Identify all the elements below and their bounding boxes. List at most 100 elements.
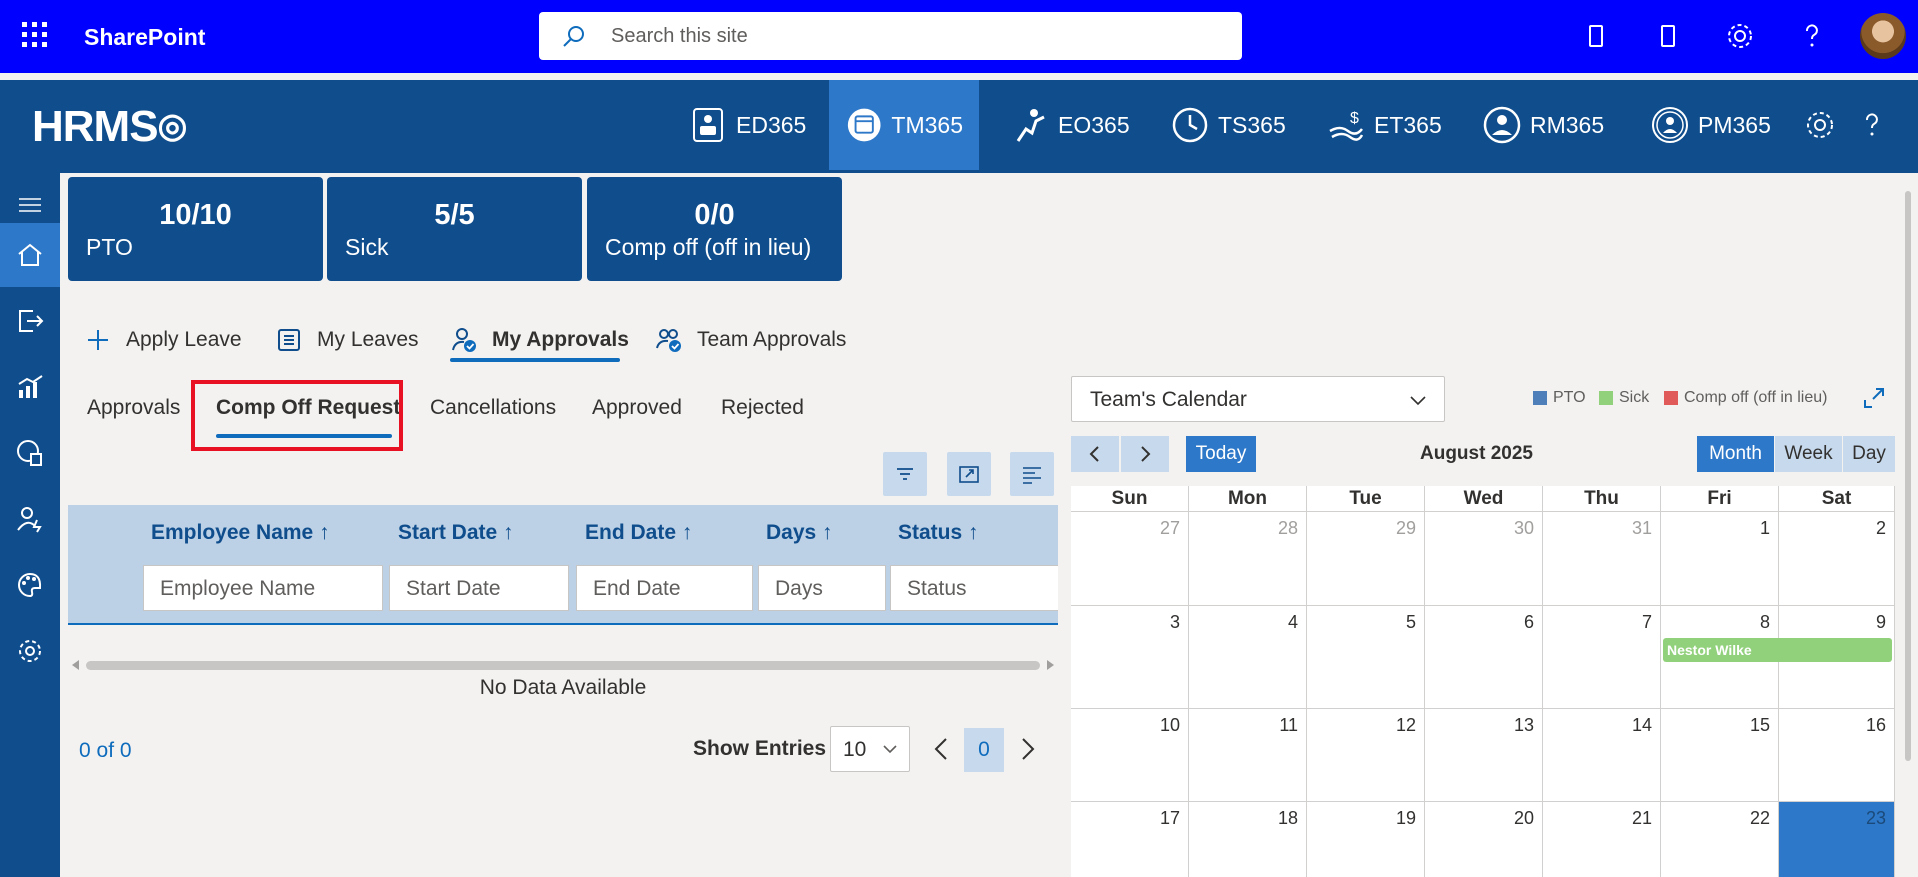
nav-ts365[interactable]: TS365 [1170,80,1286,170]
hrms-settings-icon[interactable] [1803,108,1837,142]
tab-apply-leave[interactable]: Apply Leave [84,318,242,362]
calendar-month-label: August 2025 [1420,443,1533,464]
calendar-day[interactable]: 7 [1543,606,1661,709]
next-page-icon[interactable] [1015,735,1039,763]
view-week-button[interactable]: Week [1775,436,1842,472]
subtab-cancellations[interactable]: Cancellations [430,396,556,420]
calendar-event[interactable]: Nestor Wilke [1663,638,1892,662]
calendar-day[interactable]: 16 [1779,709,1895,802]
calendar-day[interactable]: 19 [1307,802,1425,877]
calendar-day[interactable]: 30 [1425,512,1543,606]
scrollbar-thumb[interactable] [1905,191,1911,761]
filter-start-date[interactable]: Start Date [389,565,569,611]
tab-my-leaves[interactable]: My Leaves [275,318,419,362]
column-header-days[interactable]: Days ↑ [766,521,833,545]
column-header-status[interactable]: Status ↑ [898,521,979,545]
calendar-day[interactable]: 5 [1307,606,1425,709]
grid-horizontal-scrollbar[interactable] [72,658,1054,672]
mobile-icon[interactable] [1580,20,1612,52]
filter-days[interactable]: Days [758,565,886,611]
expand-icon[interactable] [1862,386,1886,410]
calendar-day[interactable]: 31 [1543,512,1661,606]
scrollbar-thumb[interactable] [86,661,1040,670]
calendar-today-button[interactable]: Today [1186,436,1256,472]
rail-people[interactable] [0,487,60,551]
view-day-button[interactable]: Day [1843,436,1895,472]
settings-gear-icon[interactable] [1724,20,1756,52]
view-month-button[interactable]: Month [1697,436,1774,472]
tab-label: Team Approvals [697,328,847,351]
columns-button[interactable] [1010,452,1054,496]
subtab-approvals[interactable]: Approvals [87,396,180,420]
previous-page-icon[interactable] [930,735,954,763]
calendar-day[interactable]: 13 [1425,709,1543,802]
rail-sign-out[interactable] [0,289,60,353]
gear-icon [19,640,41,662]
scroll-left-icon[interactable] [72,660,80,670]
filter-end-date[interactable]: End Date [576,565,753,611]
calendar-day[interactable]: 28 [1189,512,1307,606]
subtab-rejected[interactable]: Rejected [721,396,804,420]
calendar-day[interactable]: 6 [1425,606,1543,709]
calendar-day[interactable]: 3 [1071,606,1189,709]
calendar-day[interactable]: 1 [1661,512,1779,606]
calendar-day[interactable]: 10 [1071,709,1189,802]
hamburger-menu-button[interactable] [0,183,60,227]
hrms-help-icon[interactable] [1855,108,1889,142]
rail-settings[interactable] [0,619,60,683]
site-search-box[interactable]: Search this site [539,12,1242,60]
column-header-employee-name[interactable]: Employee Name ↑ [151,521,330,545]
legend-swatch [1664,391,1678,405]
filter-employee-name[interactable]: Employee Name [143,565,383,611]
calendar-next-button[interactable] [1121,436,1169,472]
column-header-start-date[interactable]: Start Date ↑ [398,521,514,545]
filter-button[interactable] [883,452,927,496]
tile-value: 5/5 [434,199,475,231]
calendar-day[interactable]: 18 [1189,802,1307,877]
page-size-select[interactable]: 10 [830,726,910,772]
page-size-value: 10 [843,738,867,761]
rail-policies[interactable] [0,421,60,485]
page-vertical-scrollbar[interactable] [1903,177,1913,797]
sharepoint-title[interactable]: SharePoint [84,24,205,51]
calendar-day[interactable]: 29 [1307,512,1425,606]
calendar-day[interactable]: 17 [1071,802,1189,877]
rail-home[interactable] [0,223,60,287]
calendar-day[interactable]: 21 [1543,802,1661,877]
calendar-day[interactable]: 4 [1189,606,1307,709]
scroll-right-icon[interactable] [1046,660,1054,670]
calendar-day[interactable]: 20 [1425,802,1543,877]
nav-eo365[interactable]: EO365 [1010,80,1130,170]
tab-my-approvals[interactable]: My Approvals [450,318,629,362]
calendar-day[interactable]: 2 [1779,512,1895,606]
calendar-day[interactable]: 22 [1661,802,1779,877]
nav-rm365[interactable]: RM365 [1482,80,1604,170]
calendar-day[interactable]: 27 [1071,512,1189,606]
rail-reports[interactable] [0,355,60,419]
nav-ed365[interactable]: ED365 [688,80,806,170]
performance-icon [1652,107,1688,143]
nav-tm365[interactable]: TM365 [829,80,979,170]
nav-et365[interactable]: $ ET365 [1326,80,1442,170]
tab-team-approvals[interactable]: Team Approvals [655,318,846,362]
active-tab-indicator [450,358,620,362]
app-launcher-icon[interactable] [20,20,50,50]
calendar-day-today[interactable]: 23 [1779,802,1895,877]
user-avatar[interactable] [1860,13,1906,59]
calendar-day[interactable]: 11 [1189,709,1307,802]
pto-balance-tile: 10/10 PTO [68,177,323,281]
nav-pm365[interactable]: PM365 [1650,80,1771,170]
help-icon[interactable] [1796,20,1828,52]
rail-theme[interactable] [0,553,60,617]
calendar-day[interactable]: 14 [1543,709,1661,802]
export-button[interactable] [947,452,991,496]
tablet-icon[interactable] [1652,20,1684,52]
current-page[interactable]: 0 [964,728,1004,772]
column-header-end-date[interactable]: End Date ↑ [585,521,692,545]
subtab-approved[interactable]: Approved [592,396,682,420]
calendar-day[interactable]: 15 [1661,709,1779,802]
calendar-day[interactable]: 12 [1307,709,1425,802]
calendar-prev-button[interactable] [1071,436,1119,472]
calendar-selector[interactable]: Team's Calendar [1071,376,1445,422]
filter-status[interactable]: Status [890,565,1058,611]
